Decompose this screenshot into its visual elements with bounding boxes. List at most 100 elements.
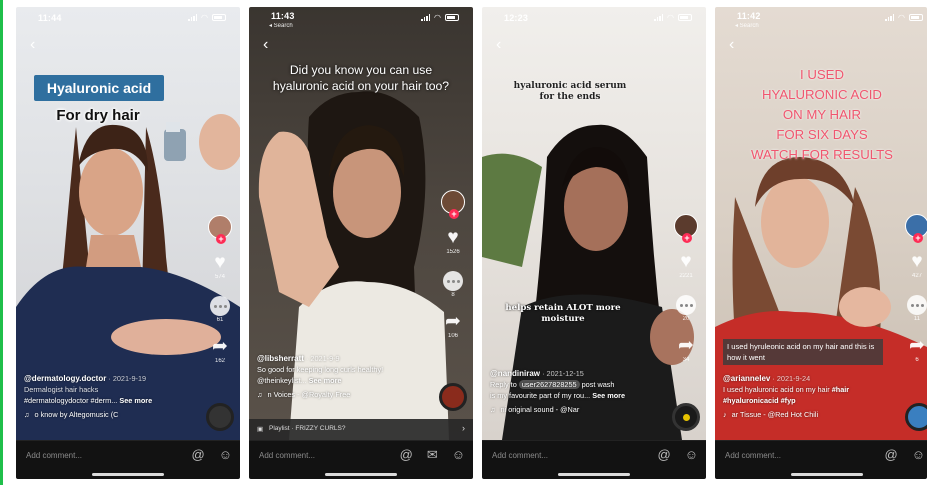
- follow-plus-icon[interactable]: +: [913, 233, 923, 243]
- caption-block: @nandiniraw · 2021-12-15 Reply to user26…: [490, 368, 662, 415]
- share-arrow-icon[interactable]: ➦: [212, 337, 228, 357]
- music-title[interactable]: ni original sound - @Nar: [500, 404, 579, 415]
- mention-icon[interactable]: @: [658, 447, 671, 462]
- see-more-link[interactable]: See more: [309, 376, 342, 385]
- wifi-icon: ◠: [201, 13, 208, 22]
- status-icons: ◠: [188, 13, 226, 22]
- share-arrow-icon[interactable]: ➦: [445, 312, 461, 332]
- emoji-icon[interactable]: ☺: [452, 447, 465, 463]
- playlist-icon: ▣: [257, 426, 264, 433]
- comment-count: 20: [682, 316, 690, 322]
- overlay-question-text: Did you know you can use hyaluronic acid…: [272, 63, 450, 93]
- caption-block: @dermatology.doctor · 2021-9-19 Dermalog…: [24, 373, 200, 420]
- share-arrow-icon[interactable]: ➦: [678, 336, 694, 356]
- music-title[interactable]: ar Tissue - @Red Hot Chili: [732, 409, 818, 420]
- creator-avatar[interactable]: +: [208, 215, 232, 244]
- action-rail: + ♥ 2221 20 ➦ 34: [672, 214, 700, 363]
- heart-icon[interactable]: ♥: [447, 228, 458, 248]
- post-date: · 2021-9-19: [108, 374, 147, 383]
- music-disc-icon[interactable]: [206, 403, 234, 431]
- heart-icon[interactable]: ♥: [680, 252, 691, 272]
- music-disc-icon[interactable]: [439, 383, 467, 411]
- music-note-icon: ♫: [490, 405, 496, 414]
- chevron-right-icon[interactable]: ›: [462, 423, 465, 433]
- comment-icon[interactable]: [210, 296, 230, 316]
- see-more-link[interactable]: See more: [592, 391, 625, 400]
- emoji-icon[interactable]: ☺: [219, 447, 232, 462]
- share-arrow-icon[interactable]: ➦: [909, 336, 925, 356]
- status-icons: ◠: [654, 13, 692, 22]
- username[interactable]: @ariannelev: [723, 374, 770, 383]
- playlist-title[interactable]: Playlist · FRIZZY CURLS?: [269, 425, 345, 432]
- home-indicator: [92, 473, 164, 476]
- description-line: So good for keeping long curls healthy!: [257, 365, 384, 374]
- description-hashtag[interactable]: #hair: [832, 385, 849, 394]
- description-mention[interactable]: @theinkeylist...: [257, 376, 307, 385]
- description-hashtags[interactable]: #hyaluronicacid #fyp: [723, 395, 891, 406]
- mention-icon[interactable]: @: [400, 447, 413, 463]
- back-chevron-icon[interactable]: ‹: [30, 37, 35, 53]
- battery-icon: [909, 14, 923, 21]
- signal-icon: [188, 14, 198, 21]
- emoji-icon[interactable]: ☺: [912, 447, 925, 462]
- gift-icon[interactable]: ✉: [427, 447, 438, 463]
- see-more-link[interactable]: See more: [119, 396, 152, 405]
- comment-input[interactable]: Add comment...: [259, 451, 315, 460]
- heart-icon[interactable]: ♥: [911, 252, 922, 272]
- overlay-text-line: WATCH FOR RESULTS: [751, 147, 893, 162]
- username[interactable]: @dermatology.doctor: [24, 374, 106, 383]
- follow-plus-icon[interactable]: +: [682, 233, 692, 243]
- comment-icon[interactable]: [676, 295, 696, 315]
- music-disc-icon[interactable]: [905, 403, 927, 431]
- reply-to-label: Reply to: [490, 380, 517, 389]
- comment-bar: Add comment... @ ✉ ☺: [249, 440, 473, 479]
- follow-plus-icon[interactable]: +: [216, 234, 226, 244]
- status-time: 12:23: [504, 13, 529, 23]
- comment-input[interactable]: Add comment...: [492, 451, 548, 460]
- back-chevron-icon[interactable]: ‹: [496, 37, 501, 53]
- action-rail: + ♥ 574 61 ➦ 162: [206, 215, 234, 364]
- comment-icon[interactable]: [443, 271, 463, 291]
- like-count: 1526: [446, 249, 460, 255]
- mention-icon[interactable]: @: [192, 447, 205, 462]
- description-hashtags[interactable]: #dermatologydoctor #derm...: [24, 396, 117, 405]
- username[interactable]: @libsherratt: [257, 354, 304, 363]
- music-title[interactable]: o know by Altegomusic (C: [34, 409, 118, 420]
- caption-block: @libsherratt · 2021-9-9 So good for keep…: [257, 353, 433, 400]
- follow-plus-icon[interactable]: +: [449, 209, 459, 219]
- music-note-icon: ♪: [723, 410, 727, 419]
- overlay-text-line: HYALURONIC ACID: [762, 87, 882, 102]
- overlay-headline: I USED HYALURONIC ACID ON MY HAIR FOR SI…: [727, 65, 917, 165]
- heart-icon[interactable]: ♥: [214, 253, 225, 273]
- phone-screen-4: 11:42 ◂ Search ◠ ‹ I USED HYALURONIC ACI…: [715, 7, 927, 479]
- creator-avatar[interactable]: +: [441, 190, 465, 219]
- home-indicator: [558, 473, 630, 476]
- creator-avatar[interactable]: +: [674, 214, 698, 243]
- overlay-text-top: hyaluronic acid serum for the ends: [513, 81, 627, 102]
- mention-icon[interactable]: @: [885, 447, 898, 462]
- playlist-bar[interactable]: ▣ Playlist · FRIZZY CURLS? ›: [249, 419, 473, 440]
- creator-avatar[interactable]: +: [905, 214, 927, 243]
- comment-count: 61: [216, 317, 224, 323]
- reply-text: post wash: [581, 380, 615, 389]
- status-time: 11:43: [271, 11, 295, 21]
- comment-input[interactable]: Add comment...: [26, 451, 82, 460]
- username[interactable]: @nandiniraw: [490, 369, 540, 378]
- share-count: 34: [682, 357, 690, 363]
- reply-user-chip[interactable]: user2627828255: [518, 380, 580, 389]
- comment-icon[interactable]: [907, 295, 927, 315]
- emoji-icon[interactable]: ☺: [685, 447, 698, 462]
- music-disc-icon[interactable]: [672, 403, 700, 431]
- phone-screen-3: 12:23 ◠ ‹ hyaluronic acid serum for the …: [482, 7, 706, 479]
- comment-input[interactable]: Add comment...: [725, 451, 781, 460]
- phone-screen-2: 11:43 ◂ Search ◠ ‹ Did you know you can …: [249, 7, 473, 479]
- wifi-icon: ◠: [434, 13, 441, 22]
- action-rail: + ♥ 1526 8 ➦ 106: [439, 190, 467, 339]
- back-chevron-icon[interactable]: ‹: [263, 37, 268, 53]
- signal-icon: [421, 14, 431, 21]
- overlay-text-line: I USED: [800, 67, 844, 82]
- search-back-link[interactable]: ◂ Search: [269, 22, 293, 29]
- search-back-link[interactable]: ◂ Search: [735, 22, 759, 29]
- music-title[interactable]: n Voices - @Royalty Free: [267, 389, 350, 400]
- back-chevron-icon[interactable]: ‹: [729, 37, 734, 53]
